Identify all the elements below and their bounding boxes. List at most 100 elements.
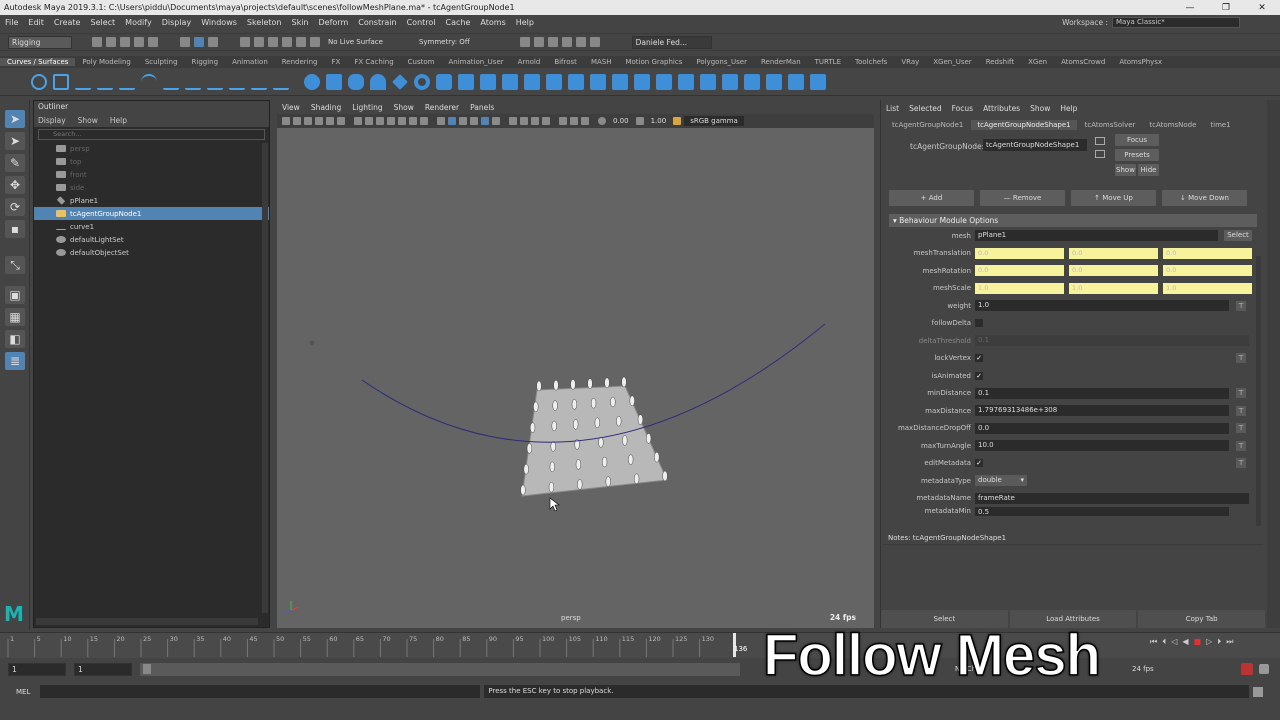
weight-field[interactable]: 1.0 — [975, 300, 1229, 312]
menu-skeleton[interactable]: Skeleton — [242, 18, 287, 27]
curve-fillet-icon[interactable] — [251, 74, 267, 90]
select-object-icon[interactable] — [194, 37, 204, 47]
node-name-field[interactable]: tcAgentGroupNodeShape1 — [983, 139, 1087, 151]
snap-point-icon[interactable] — [268, 37, 278, 47]
focus-button[interactable]: Focus — [1115, 134, 1159, 146]
move-tool-icon[interactable]: ✥ — [5, 176, 25, 194]
isolate-select-icon[interactable] — [559, 117, 567, 125]
meshrotation-y-field[interactable]: 0.0 — [1069, 265, 1158, 277]
ipr-render-icon[interactable] — [547, 37, 558, 47]
viewport-scene[interactable] — [277, 128, 874, 628]
pin-icon[interactable]: ⊤ — [1236, 458, 1246, 469]
ae-menu-show[interactable]: Show — [1030, 104, 1050, 113]
trim-tool-icon[interactable] — [678, 73, 694, 90]
ep-curve-icon[interactable] — [97, 74, 113, 90]
meshtranslation-z-field[interactable]: 0.0 — [1163, 247, 1252, 259]
shelf-tab-arnold[interactable]: Arnold — [511, 58, 548, 66]
render-settings-icon[interactable] — [561, 37, 572, 47]
meshrotation-x-field[interactable]: 0.0 — [975, 265, 1064, 277]
exposure-field[interactable]: 0.00 — [609, 117, 633, 125]
maxdistancedropoff-field[interactable]: 0.0 — [975, 422, 1229, 434]
menu-select[interactable]: Select — [85, 18, 120, 27]
gamma-field[interactable]: 1.00 — [647, 117, 671, 125]
outliner-scrollbar[interactable] — [262, 143, 268, 613]
open-close-icon[interactable] — [766, 73, 782, 90]
mesh-select-button[interactable]: Select — [1224, 230, 1252, 242]
shelf-tab-rendering[interactable]: Rendering — [275, 58, 325, 66]
shelf-tab-custom[interactable]: Custom — [401, 58, 442, 66]
open-scene-icon[interactable] — [106, 37, 116, 47]
detach-surface-icon[interactable] — [744, 73, 760, 90]
ae-menu-help[interactable]: Help — [1060, 104, 1077, 113]
menu-create[interactable]: Create — [49, 18, 86, 27]
menu-help[interactable]: Help — [511, 18, 539, 27]
nurbs-cone-icon[interactable] — [370, 73, 386, 90]
pin-icon[interactable]: ⊤ — [1236, 388, 1246, 399]
gamma-icon[interactable] — [635, 117, 644, 125]
shelf-tab-polygons-user[interactable]: Polygons_User — [689, 58, 754, 66]
four-view-layout-icon[interactable]: ▦ — [5, 308, 25, 326]
nurbs-sphere-icon[interactable] — [304, 73, 320, 90]
nurbs-torus-icon[interactable] — [414, 73, 430, 90]
menu-deform[interactable]: Deform — [314, 18, 354, 27]
safe-title-icon[interactable] — [420, 117, 428, 125]
menu-modify[interactable]: Modify — [120, 18, 157, 27]
shelf-tab-bifrost[interactable]: Bifrost — [547, 58, 584, 66]
render-view-icon[interactable] — [519, 37, 530, 47]
ae-menu-focus[interactable]: Focus — [952, 104, 973, 113]
cv-curve-icon[interactable] — [75, 74, 91, 90]
curve-attach-icon[interactable] — [207, 74, 223, 90]
mesh-field[interactable]: pPlane1 — [975, 230, 1218, 242]
paint-select-icon[interactable]: ✎ — [5, 154, 25, 172]
anti-aliasing-icon[interactable] — [531, 117, 539, 125]
attach-surface-icon[interactable] — [722, 73, 738, 90]
rotate-tool-icon[interactable]: ⟳ — [5, 198, 25, 216]
outliner-item-defaultobjectset[interactable]: defaultObjectSet — [34, 246, 269, 259]
shelf-tab-fx[interactable]: FX — [325, 58, 348, 66]
bevel-icon[interactable] — [590, 73, 606, 90]
menu-skin[interactable]: Skin — [287, 18, 314, 27]
image-plane-icon[interactable] — [315, 117, 323, 125]
viewport-menu-show[interactable]: Show — [394, 103, 414, 112]
user-account-dropdown[interactable]: Daniele Fed... — [631, 35, 712, 49]
viewport-panel[interactable]: View Shading Lighting Show Renderer Pane… — [277, 100, 874, 628]
maxdistance-field[interactable]: 1.79769313486e+308 — [975, 405, 1229, 417]
pencil-curve-icon[interactable] — [119, 74, 135, 90]
field-chart-icon[interactable] — [398, 117, 406, 125]
menu-constrain[interactable]: Constrain — [353, 18, 401, 27]
safe-action-icon[interactable] — [409, 117, 417, 125]
curve-intersect-icon[interactable] — [185, 74, 201, 90]
isanimated-checkbox[interactable]: ✓ — [975, 371, 983, 380]
depth-of-field-icon[interactable] — [542, 117, 550, 125]
outliner-menu-help[interactable]: Help — [110, 116, 127, 125]
motion-blur-icon[interactable] — [520, 117, 528, 125]
outliner-menu-display[interactable]: Display — [38, 116, 66, 125]
resolution-gate-icon[interactable] — [376, 117, 384, 125]
add-button[interactable]: + Add — [889, 190, 974, 206]
wireframe-icon[interactable] — [437, 117, 445, 125]
maxturnangle-field[interactable]: 10.0 — [975, 440, 1229, 452]
meshscale-z-field[interactable]: 1.0 — [1163, 282, 1252, 294]
step-forward-key-icon[interactable]: ⏵ — [1217, 637, 1221, 647]
wireframe-on-shaded-icon[interactable] — [459, 117, 467, 125]
hypershade-icon[interactable] — [575, 37, 586, 47]
symmetry-field[interactable]: Symmetry: Off — [419, 38, 470, 46]
viewport-menu-panels[interactable]: Panels — [470, 103, 494, 112]
loft-icon[interactable] — [458, 73, 474, 90]
mel-label[interactable]: MEL — [16, 688, 30, 696]
outliner-search-input[interactable]: Search... — [38, 129, 265, 140]
select-component-icon[interactable] — [208, 37, 218, 47]
planar-icon[interactable] — [480, 73, 496, 90]
maximize-icon[interactable]: ❐ — [1208, 3, 1244, 13]
new-scene-icon[interactable] — [92, 37, 102, 47]
select-hierarchy-icon[interactable] — [180, 37, 190, 47]
minimize-icon[interactable]: — — [1172, 3, 1208, 13]
move-up-button[interactable]: ↑ Move Up — [1071, 190, 1156, 206]
camera-attributes-icon[interactable] — [293, 117, 301, 125]
outliner-item-persp[interactable]: persp — [34, 142, 269, 155]
persp-outliner-icon[interactable]: ◧ — [5, 330, 25, 348]
nurbs-cube-icon[interactable] — [326, 73, 342, 90]
ae-scrollbar[interactable] — [1256, 256, 1261, 526]
menu-windows[interactable]: Windows — [196, 18, 242, 27]
xray-icon[interactable] — [570, 117, 578, 125]
